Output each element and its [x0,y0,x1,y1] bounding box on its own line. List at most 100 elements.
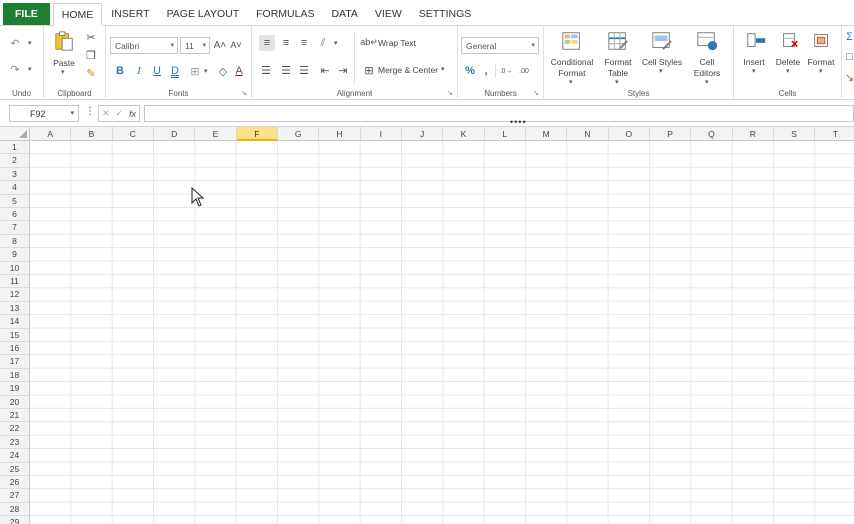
borders-icon[interactable]: ⊞ [188,64,202,78]
row-header-21[interactable]: 21 [0,409,30,423]
tab-file[interactable]: FILE [3,3,50,25]
row-header-23[interactable]: 23 [0,435,30,450]
row-header-3[interactable]: 3 [0,167,30,182]
double-underline-icon[interactable]: D [169,64,181,78]
wrap-text-icon[interactable]: ab↵ [360,35,378,49]
insert-dropdown-icon[interactable]: ▾ [752,67,756,75]
format-dropdown-icon[interactable]: ▾ [819,67,823,75]
alignment-launcher-icon[interactable]: ↘ [447,89,453,97]
italic-icon[interactable]: I [133,64,145,78]
column-header-t[interactable]: T [815,127,854,141]
format-cells-icon[interactable] [810,30,834,52]
redo-dropdown-icon[interactable]: ▾ [28,65,32,73]
percent-icon[interactable]: % [463,64,477,78]
name-box[interactable]: F92 ▾ [9,105,79,122]
format-table-dropdown-icon[interactable]: ▾ [615,78,619,86]
tab-formulas[interactable]: FORMULAS [248,3,322,25]
conditional-format-label-1[interactable]: Conditional [546,57,598,67]
cut-icon[interactable]: ✂ [84,30,98,44]
increase-indent-icon[interactable]: ⇥ [336,63,350,77]
tab-insert[interactable]: INSERT [103,3,157,25]
row-header-22[interactable]: 22 [0,422,30,436]
number-format-select[interactable]: General ▾ [461,37,539,54]
column-header-q[interactable]: Q [691,127,733,141]
row-header-25[interactable]: 25 [0,462,30,476]
tab-view[interactable]: VIEW [367,3,410,25]
redo-icon[interactable]: ↷ [8,62,22,76]
merge-center-icon[interactable]: ⊞ [362,63,376,77]
undo-dropdown-icon[interactable]: ▾ [28,39,32,47]
conditional-format-label-2[interactable]: Format [546,68,598,78]
row-header-11[interactable]: 11 [0,275,30,289]
align-right-icon[interactable]: ☰ [297,63,311,77]
row-header-12[interactable]: 12 [0,288,30,302]
row-header-29[interactable]: 29 [0,516,30,524]
wrap-text-button[interactable]: Wrap Text [378,38,416,48]
row-header-14[interactable]: 14 [0,315,30,329]
cell-styles-dropdown-icon[interactable]: ▾ [659,67,663,75]
column-header-h[interactable]: H [319,127,361,141]
column-header-e[interactable]: E [195,127,237,141]
row-header-16[interactable]: 16 [0,342,30,356]
font-size-select[interactable]: 11 ▾ [180,37,210,54]
column-header-j[interactable]: J [401,127,444,141]
row-header-2[interactable]: 2 [0,154,30,168]
decrease-decimal-icon[interactable]: .00 [516,64,532,78]
orientation-icon[interactable]: ⫽ [316,35,330,51]
row-header-15[interactable]: 15 [0,328,30,342]
autosum-icon[interactable]: Σ [845,30,854,44]
merge-center-button[interactable]: Merge & Center [378,65,438,75]
align-left-icon[interactable]: ☰ [259,63,273,77]
formula-bar-resize-handle[interactable]: •••• [510,118,527,127]
row-header-8[interactable]: 8 [0,234,30,249]
delete-button[interactable]: Delete [772,57,804,67]
more-options-icon[interactable]: ⋮ [85,106,95,117]
font-color-icon[interactable]: A [232,64,246,78]
borders-dropdown-icon[interactable]: ▾ [204,67,208,75]
confirm-icon[interactable]: ✓ [115,108,123,119]
column-header-m[interactable]: M [525,127,568,141]
align-top-icon[interactable]: ≡ [259,35,275,51]
row-header-19[interactable]: 19 [0,382,30,396]
delete-dropdown-icon[interactable]: ▾ [786,67,790,75]
paste-dropdown-icon[interactable]: ▾ [61,68,65,76]
tab-home[interactable]: HOME [52,3,103,26]
row-header-4[interactable]: 4 [0,181,30,195]
row-header-26[interactable]: 26 [0,476,30,490]
comma-style-icon[interactable]: , [480,64,492,78]
bold-icon[interactable]: B [114,64,126,78]
fill-color-icon[interactable]: ◇ [216,64,230,78]
row-header-13[interactable]: 13 [0,301,30,316]
font-name-select[interactable]: Calibri ▾ [110,37,178,54]
fill-icon[interactable]: □ [845,50,854,64]
insert-button[interactable]: Insert [738,57,770,67]
conditional-format-dropdown-icon[interactable]: ▾ [569,78,573,86]
format-painter-icon[interactable]: ✎ [84,66,98,80]
decrease-font-icon[interactable]: A˅ [229,38,243,52]
increase-font-icon[interactable]: A˄ [213,38,227,52]
orientation-dropdown-icon[interactable]: ▾ [334,39,338,47]
clear-icon[interactable]: ↘ [845,70,854,84]
row-header-17[interactable]: 17 [0,355,30,369]
select-all-button[interactable] [0,127,30,141]
tab-settings[interactable]: SETTINGS [411,3,480,25]
row-header-5[interactable]: 5 [0,194,30,208]
format-table-label-1[interactable]: Format [598,57,638,67]
cell-styles-button[interactable]: Cell Styles [640,57,684,67]
column-header-p[interactable]: P [649,127,692,141]
copy-icon[interactable]: ❐ [84,48,98,62]
format-button[interactable]: Format [804,57,838,67]
underline-icon[interactable]: U [151,64,163,78]
increase-decimal-icon[interactable]: .0→ [498,64,514,78]
column-header-n[interactable]: N [567,127,609,141]
align-bottom-icon[interactable]: ≡ [297,35,311,51]
cell-editors-label-1[interactable]: Cell [688,57,726,67]
row-header-28[interactable]: 28 [0,502,30,517]
row-header-27[interactable]: 27 [0,489,30,503]
row-header-20[interactable]: 20 [0,395,30,409]
insert-function-button[interactable]: fx [129,109,136,119]
row-header-1[interactable]: 1 [0,141,30,155]
column-header-a[interactable]: A [30,127,72,141]
format-table-icon[interactable] [606,30,630,52]
cell-editors-label-2[interactable]: Editors [688,68,726,78]
